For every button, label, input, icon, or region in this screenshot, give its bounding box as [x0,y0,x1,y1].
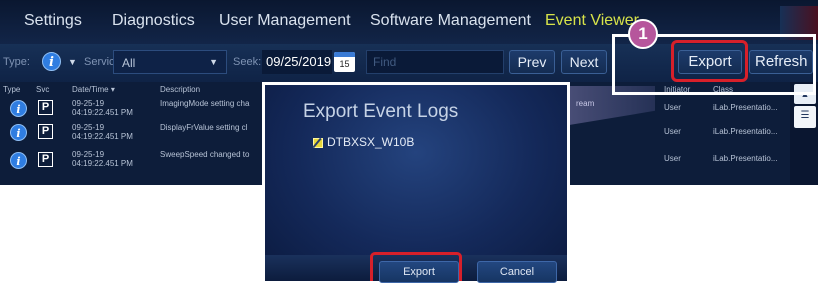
row-source: ream [576,99,595,108]
row-date: 09-25-19 [72,150,105,159]
nav-tab-diagnostics[interactable]: Diagnostics [112,12,195,30]
row-time: 04:19:22.451 PM [72,108,133,117]
svc-badge: P [38,124,53,139]
row-date: 09-25-19 [72,99,105,108]
seek-date-input[interactable]: 09/25/2019 [262,50,332,74]
column-header-type[interactable]: Type [3,85,20,94]
service-dropdown-arrow-icon: ▼ [209,57,218,67]
device-item[interactable]: DTBXSX_W10B [327,135,414,149]
service-select[interactable]: All ▼ [113,50,227,74]
row-description: ImagingMode setting cha [160,99,250,108]
seek-label: Seek: [233,56,262,68]
export-button-highlight [671,40,748,82]
step-1-badge: 1 [628,19,658,49]
row-time: 04:19:22.451 PM [72,132,133,141]
find-input[interactable]: Find [366,50,504,74]
dialog-export-highlight [370,252,462,281]
type-info-icon[interactable]: i [42,52,61,71]
column-header-svc[interactable]: Svc [36,85,49,94]
nav-tab-settings[interactable]: Settings [24,12,82,30]
next-button[interactable]: Next [561,50,607,74]
info-icon: i [10,152,27,169]
column-header-description[interactable]: Description [160,85,200,94]
scroll-thumb-icon[interactable]: ☰ [794,106,816,128]
nav-tab-software-management[interactable]: Software Management [370,12,531,30]
row-class: iLab.Presentatio... [713,127,778,136]
service-select-value: All [122,56,136,70]
usb-drive-icon[interactable] [313,138,323,148]
svc-badge: P [38,152,53,167]
prev-button[interactable]: Prev [509,50,555,74]
calendar-icon[interactable]: 15 [334,52,355,72]
nav-tab-event-viewer[interactable]: Event Viewer [545,12,639,30]
row-initiator: User [664,154,681,163]
info-icon: i [10,124,27,141]
type-dropdown-arrow-icon[interactable]: ▼ [68,57,77,67]
svc-badge: P [38,100,53,115]
row-date: 09-25-19 [72,123,105,132]
info-icon: i [10,100,27,117]
row-initiator: User [664,103,681,112]
column-header-datetime[interactable]: Date/Time ▾ [72,85,115,94]
nav-tab-user-management[interactable]: User Management [219,12,351,30]
dialog-cancel-button[interactable]: Cancel [477,261,557,283]
dialog-title: Export Event Logs [303,101,459,122]
row-description: DisplayFrValue setting cl [160,123,248,132]
row-description: SweepSpeed changed to [160,150,250,159]
row-time: 04:19:22.451 PM [72,159,133,168]
type-label: Type: [3,56,30,68]
row-initiator: User [664,127,681,136]
row-class: iLab.Presentatio... [713,154,778,163]
calendar-day: 15 [339,59,350,69]
row-class: iLab.Presentatio... [713,103,778,112]
